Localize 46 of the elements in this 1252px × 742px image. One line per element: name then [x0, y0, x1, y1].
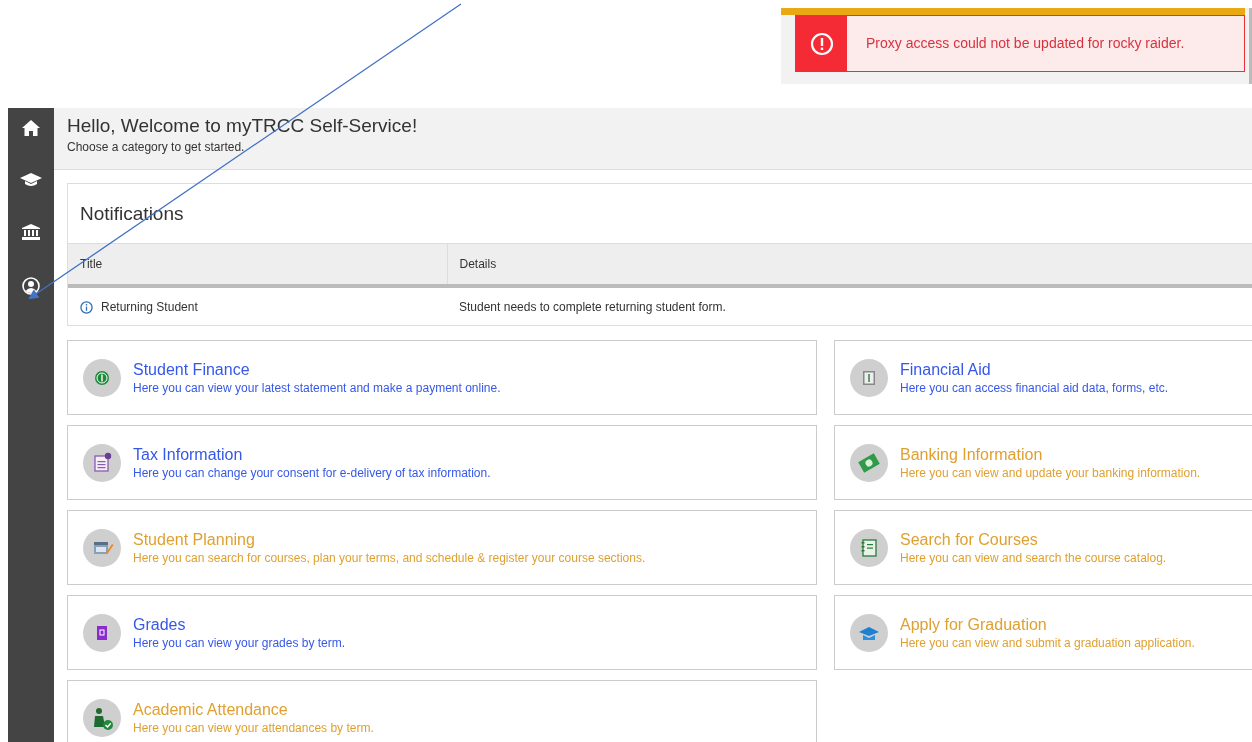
tile-title: Financial Aid: [900, 359, 992, 380]
graduation-cap-icon[interactable]: [20, 173, 42, 187]
tile-title: Search for Courses: [900, 529, 1039, 550]
tile-description: Here you can view your attendances by term.: [133, 719, 374, 736]
column-header: Details: [447, 243, 1252, 286]
category-tile[interactable]: Banking Information Here you can view and update your banking information.: [834, 425, 1252, 501]
category-tile[interactable]: Tax Information Here you can change your consent for e-delivery of tax information.: [67, 425, 817, 501]
category-tile[interactable]: Search for Courses Here you can view and search the course catalog.: [834, 510, 1252, 586]
exclamation-circle-icon: [809, 31, 834, 56]
info-icon: [80, 300, 93, 314]
calendar-pencil-icon: [83, 528, 121, 567]
column-header: Title: [68, 243, 447, 286]
person-check-icon: [83, 698, 121, 737]
tile-title: Apply for Graduation: [900, 614, 1048, 635]
alert-message: Proxy access could not be updated for rocky raider.: [866, 34, 1185, 53]
category-tile[interactable]: Financial Aid Here you can access financial aid data, forms, etc.: [834, 340, 1252, 416]
tile-description: Here you can change your consent for e-delivery of tax information.: [133, 464, 491, 481]
tile-title: Grades: [133, 614, 187, 635]
cash-icon: [850, 443, 888, 482]
bank-icon[interactable]: [22, 224, 40, 240]
tile-description: Here you can view your grades by term.: [133, 634, 346, 651]
tile-title: Banking Information: [900, 444, 1044, 465]
tile-description: Here you can view and search the course catalog.: [900, 549, 1167, 566]
tile-title: Student Planning: [133, 529, 256, 550]
tile-description: Here you can access financial aid data, forms, etc.: [900, 379, 1169, 396]
category-tile[interactable]: Student Finance Here you can view your latest statement and make a payment online.: [67, 340, 817, 416]
tile-description: Here you can view and submit a graduation application.: [900, 634, 1195, 651]
notification-title: Returning Student: [101, 299, 198, 317]
report-card-icon: [83, 613, 121, 652]
category-tile[interactable]: Grades Here you can view your grades by term.: [67, 595, 817, 671]
graduation-cap-icon: [850, 613, 888, 652]
notebook-icon: [850, 528, 888, 567]
tile-title: Student Finance: [133, 359, 251, 380]
category-tile[interactable]: Apply for Graduation Here you can view and submit a graduation application.: [834, 595, 1252, 671]
home-icon[interactable]: [22, 120, 40, 136]
table-cell: Student needs to complete returning student form.: [447, 285, 1252, 326]
page-subtitle: Choose a category to get started.: [67, 139, 246, 156]
category-tile[interactable]: Academic Attendance Here you can view your attendances by term.: [67, 680, 817, 742]
tile-description: Here you can search for courses, plan your terms, and schedule & register your course sections.: [133, 549, 646, 566]
tile-description: Here you can view and update your banking information.: [900, 464, 1201, 481]
category-tile[interactable]: Student Planning Here you can search for courses, plan your terms, and schedule & register your course sections.: [67, 510, 817, 586]
tile-title: Academic Attendance: [133, 699, 289, 720]
user-circle-icon[interactable]: [22, 277, 40, 295]
tile-description: Here you can view your latest statement and make a payment online.: [133, 379, 501, 396]
tile-title: Tax Information: [133, 444, 244, 465]
document-icon: [83, 443, 121, 482]
